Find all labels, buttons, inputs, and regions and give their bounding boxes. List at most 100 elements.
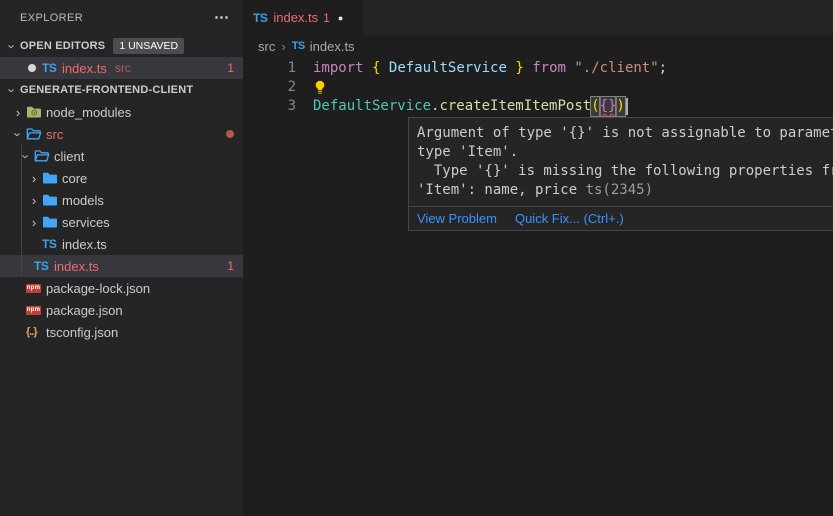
- error-message-line: Argument of type '{}' is not assignable …: [417, 124, 833, 143]
- code-token: ): [616, 97, 624, 116]
- tree-item-label: index.ts: [62, 237, 107, 252]
- code-line-2[interactable]: 2: [243, 78, 833, 97]
- tab-error-count: 1: [323, 11, 330, 25]
- code-token: {: [372, 59, 380, 78]
- tree-item-index-ts[interactable]: TSindex.ts: [0, 233, 243, 255]
- code-token: createItemItemPost: [439, 97, 591, 116]
- tooltip-action-view[interactable]: View Problem: [417, 211, 497, 226]
- code-token: .: [431, 97, 439, 116]
- json-file-icon: {..}: [26, 326, 37, 338]
- folder-open-icon: [26, 126, 42, 142]
- error-message-line: 'Item': name, price ts(2345): [417, 181, 833, 200]
- open-editors-label: OPEN EDITORS: [20, 40, 105, 52]
- tooltip-actions: View Problem Quick Fix... (Ctrl+.): [409, 206, 833, 230]
- chevron-right-icon[interactable]: ›: [26, 194, 42, 207]
- error-message-line: type 'Item'.: [417, 143, 833, 162]
- tree-item-package-lock-json[interactable]: npm package-lock.json: [0, 277, 243, 299]
- explorer-header: EXPLORER ⋯: [0, 0, 243, 35]
- code-token: DefaultService: [389, 59, 507, 78]
- open-editor-item-index-ts[interactable]: TS index.ts src 1: [0, 57, 243, 79]
- code-line-1[interactable]: 1 import { DefaultService } from "./clien…: [243, 59, 833, 78]
- tree-item-client[interactable]: ›client: [0, 145, 243, 167]
- explorer-title: EXPLORER: [20, 12, 214, 24]
- more-actions-icon[interactable]: ⋯: [214, 10, 229, 25]
- error-count-badge: 1: [227, 61, 234, 75]
- line-number: 3: [243, 97, 296, 116]
- tree-item-label: src: [46, 127, 63, 142]
- code-token: [566, 59, 574, 78]
- node-modules-folder-icon: [26, 104, 42, 120]
- chevron-right-icon[interactable]: ›: [26, 172, 42, 185]
- error-message: Argument of type '{}' is not assignable …: [409, 118, 833, 206]
- vscode-window: EXPLORER ⋯ › OPEN EDITORS 1 UNSAVED TS i…: [0, 0, 833, 516]
- error-code: ts(2345): [586, 182, 653, 198]
- tree-item-label: tsconfig.json: [46, 325, 118, 340]
- code-token: import: [313, 59, 364, 78]
- typescript-file-icon: TS: [253, 11, 267, 25]
- line-number: 1: [243, 59, 296, 78]
- folder-open-icon: [34, 148, 50, 164]
- tab-file-name: index.ts: [273, 10, 318, 25]
- npm-file-icon: npm: [26, 284, 41, 293]
- code-token: from: [532, 59, 566, 78]
- explorer-sidebar: EXPLORER ⋯ › OPEN EDITORS 1 UNSAVED TS i…: [0, 0, 243, 516]
- open-editors-section-header[interactable]: › OPEN EDITORS 1 UNSAVED: [0, 35, 243, 57]
- code-token: (: [591, 97, 599, 116]
- code-area[interactable]: 1 import { DefaultService } from "./clien…: [243, 57, 833, 116]
- breadcrumb-folder[interactable]: src: [258, 39, 275, 54]
- error-dot-badge: [226, 130, 234, 138]
- indent-guide: [21, 145, 22, 277]
- code-line-3[interactable]: 3 DefaultService.createItemItemPost({}): [243, 97, 833, 116]
- workspace-name: GENERATE-FRONTEND-CLIENT: [20, 84, 193, 96]
- code-token: "./client": [574, 59, 658, 78]
- folder-icon: [42, 192, 58, 208]
- folder-icon: [42, 214, 58, 230]
- code-token: ;: [659, 59, 667, 78]
- tree-item-label: models: [62, 193, 104, 208]
- code-token: [507, 59, 515, 78]
- typescript-file-icon: TS: [42, 237, 62, 251]
- lightbulb-icon[interactable]: [313, 80, 327, 95]
- tree-item-label: package-lock.json: [46, 281, 150, 296]
- tree-item-label: node_modules: [46, 105, 131, 120]
- tree-item-package-json[interactable]: npm package.json: [0, 299, 243, 321]
- code-token: }: [515, 59, 523, 78]
- breadcrumb-file[interactable]: index.ts: [310, 39, 355, 54]
- error-message-line: Type '{}' is missing the following prope…: [417, 162, 833, 181]
- tree-item-label: services: [62, 215, 110, 230]
- breadcrumb: src › TS index.ts: [243, 35, 833, 57]
- folder-icon: [42, 170, 58, 186]
- chevron-right-icon[interactable]: ›: [10, 106, 26, 119]
- tab-index-ts[interactable]: TS index.ts 1 ●: [243, 0, 363, 35]
- tree-item-label: package.json: [46, 303, 123, 318]
- tree-item-label: core: [62, 171, 87, 186]
- tree-item-index-ts[interactable]: TSindex.ts1: [0, 255, 243, 277]
- chevron-right-icon[interactable]: ›: [26, 216, 42, 229]
- tree-item-src[interactable]: › src: [0, 123, 243, 145]
- open-editor-file-path: src: [115, 61, 131, 75]
- file-tree: › node_modules › src ›client › core › models › ser…: [0, 101, 243, 343]
- chevron-down-icon: ›: [6, 38, 19, 54]
- code-token: DefaultService: [313, 97, 431, 116]
- breadcrumb-separator-icon: ›: [281, 39, 285, 54]
- tree-item-core[interactable]: › core: [0, 167, 243, 189]
- modified-dot-icon: [28, 64, 36, 72]
- error-count-badge: 1: [227, 259, 234, 273]
- workspace-section-header[interactable]: › GENERATE-FRONTEND-CLIENT: [0, 79, 243, 101]
- chevron-down-icon[interactable]: ›: [12, 126, 25, 142]
- code-token: [524, 59, 532, 78]
- open-editor-file-name: index.ts: [62, 61, 107, 76]
- code-token: [364, 59, 372, 78]
- code-token: {}: [600, 97, 617, 116]
- tree-item-label: client: [54, 149, 84, 164]
- tree-item-tsconfig-json[interactable]: {..} tsconfig.json: [0, 321, 243, 343]
- tree-item-services[interactable]: › services: [0, 211, 243, 233]
- tab-modified-dot-icon[interactable]: ●: [338, 13, 343, 23]
- tree-item-node-modules[interactable]: › node_modules: [0, 101, 243, 123]
- tree-item-models[interactable]: › models: [0, 189, 243, 211]
- npm-file-icon: npm: [26, 306, 41, 315]
- typescript-file-icon: TS: [292, 40, 305, 52]
- tooltip-action-quick[interactable]: Quick Fix... (Ctrl+.): [515, 211, 624, 226]
- code-token: [380, 59, 388, 78]
- editor-group: TS index.ts 1 ● src › TS index.ts 1 impor…: [243, 0, 833, 516]
